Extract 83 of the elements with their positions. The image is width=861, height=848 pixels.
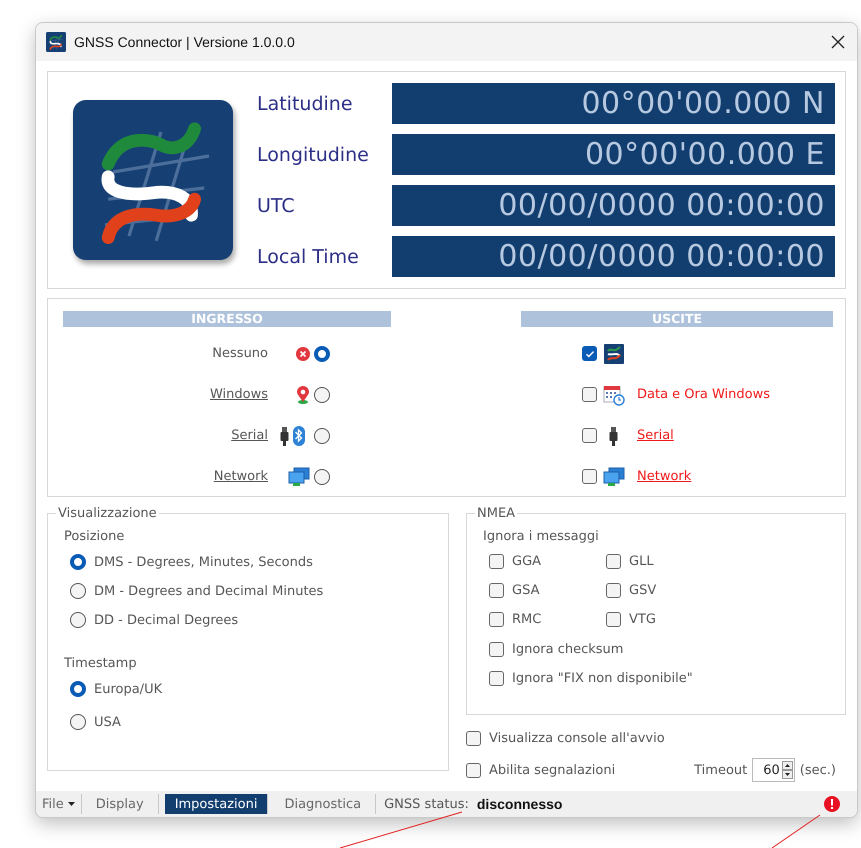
checkbox[interactable] (582, 346, 597, 361)
radio-button[interactable] (70, 681, 86, 697)
radio-button[interactable] (70, 554, 86, 570)
checkbox[interactable] (489, 642, 504, 657)
number-spinner[interactable]: 60 (752, 758, 795, 782)
radio-button[interactable] (70, 612, 86, 628)
radio-button[interactable] (314, 428, 330, 444)
checkbox[interactable] (582, 387, 597, 402)
checkbox[interactable] (489, 554, 504, 569)
option-label: DM - Degrees and Decimal Minutes (94, 584, 324, 598)
checkbox[interactable] (582, 428, 597, 443)
app-logo-icon (604, 344, 624, 364)
radio-button[interactable] (70, 714, 86, 730)
output-label: Data e Ora Windows (637, 387, 770, 402)
location-pin-icon (296, 386, 310, 404)
output-link[interactable]: Serial (637, 428, 674, 443)
leader-line (772, 814, 820, 848)
checkbox[interactable] (582, 469, 597, 484)
readout-value: 00/00/0000 00:00:00 (392, 185, 835, 226)
unit-label: (sec.) (800, 762, 836, 778)
input-link[interactable]: Network (63, 469, 268, 484)
readout-value: 00°00'00.000 N (392, 83, 835, 124)
option-label: GGA (512, 554, 542, 569)
readout-label: UTC (257, 194, 296, 216)
window-title: GNSS Connector | Versione 1.0.0.0 (74, 34, 296, 50)
checkbox[interactable] (489, 612, 504, 627)
checkbox[interactable] (466, 762, 481, 778)
computers-icon (288, 466, 310, 486)
calendar-clock-icon (603, 384, 625, 406)
app-logo-icon (46, 32, 66, 52)
option-label: GSV (629, 583, 656, 598)
option-label: Europa/UK (94, 682, 162, 696)
tab[interactable]: Diagnostica (270, 794, 376, 814)
group-title: Visualizzazione (57, 506, 158, 521)
timeout-label: Timeout (694, 762, 748, 778)
group-title: NMEA (476, 506, 516, 521)
option-label: Ignora "FIX non disponibile" (512, 671, 693, 686)
checkbox[interactable] (606, 554, 621, 569)
option-label: DD - Decimal Degrees (94, 612, 238, 628)
option-label: GLL (629, 554, 654, 569)
checkbox[interactable] (606, 583, 621, 598)
section-header: USCITE (521, 311, 833, 327)
readout-value: 00°00'00.000 E (392, 134, 835, 175)
checkbox[interactable] (466, 730, 481, 746)
input-link[interactable]: Windows (63, 387, 268, 402)
radio-button[interactable] (314, 386, 330, 402)
option-label: Abilita segnalazioni (489, 762, 616, 778)
option-label: USA (94, 714, 121, 730)
radio-button[interactable] (70, 583, 86, 599)
section-header: INGRESSO (63, 311, 391, 327)
wave-logo-icon (73, 100, 233, 260)
status-label: GNSS status: (384, 796, 469, 812)
option-label: Ignora checksum (512, 642, 624, 657)
caret-icon (68, 802, 75, 806)
input-label: Nessuno (211, 346, 268, 361)
readout-label: Local Time (257, 246, 360, 268)
menu-button[interactable]: File (42, 794, 82, 814)
checkbox[interactable] (606, 612, 621, 627)
tab[interactable]: Display (82, 794, 159, 814)
tab[interactable]: Impostazioni (164, 794, 268, 814)
checkbox[interactable] (489, 671, 504, 686)
option-label: RMC (512, 612, 542, 627)
radio-button[interactable] (314, 346, 330, 362)
readout-label: Longitudine (257, 144, 370, 166)
radio-button[interactable] (314, 468, 330, 484)
usb-plug-icon (609, 424, 619, 446)
status-value: disconnesso (476, 796, 562, 812)
option-label: Visualizza console all'avvio (489, 730, 665, 746)
error-icon (296, 346, 310, 360)
close-icon (831, 35, 845, 49)
option-label: GSA (512, 583, 540, 598)
computers-icon (603, 466, 625, 486)
option-label: DMS - Degrees, Minutes, Seconds (94, 554, 313, 570)
group-label: Ignora i messaggi (483, 529, 600, 544)
readout-value: 00/00/0000 00:00:00 (392, 236, 835, 277)
checkbox[interactable] (489, 583, 504, 598)
option-label: VTG (629, 612, 656, 627)
group-label: Posizione (64, 529, 126, 544)
spin-arrows-icon (782, 761, 793, 779)
input-link[interactable]: Serial (63, 428, 268, 443)
readout-label: Latitudine (257, 92, 354, 114)
group-label: Timestamp (64, 656, 138, 671)
output-link[interactable]: Network (637, 469, 692, 484)
